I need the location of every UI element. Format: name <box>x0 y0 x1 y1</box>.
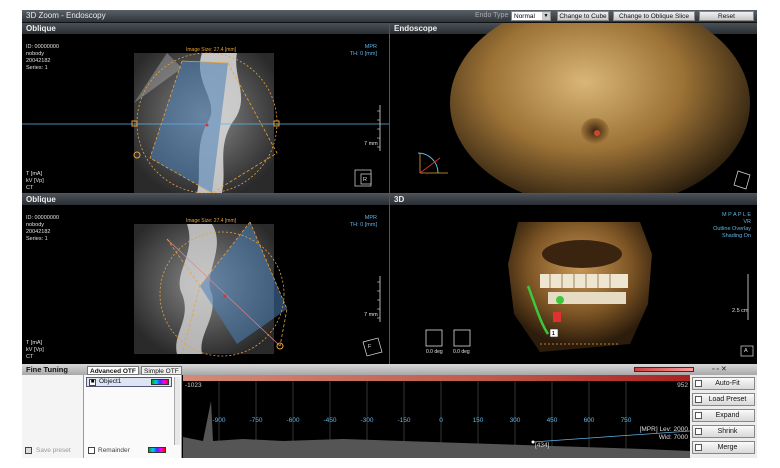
object-color-swatch[interactable] <box>151 379 169 385</box>
landmark-marker: 1 <box>552 331 555 337</box>
folder-icon <box>695 396 702 403</box>
control-point-label: [434] <box>535 442 550 449</box>
image-size-label: Image Size: 27.4 [mm] <box>186 47 237 53</box>
orientation-label: F <box>368 344 372 350</box>
scale-label: 7 mm <box>364 312 378 318</box>
window-title: 3D Zoom - Endoscopy <box>26 11 106 20</box>
chevron-down-icon[interactable]: ▼ <box>542 12 550 20</box>
mpr-level-label: [MPR] Lev: 2000 <box>639 426 688 433</box>
fine-tuning-title: Fine Tuning <box>26 365 68 374</box>
otf-button-panel: Auto-Fit Load Preset Expand Shrink Merge <box>690 375 757 458</box>
title-bar: 3D Zoom - Endoscopy Endo Type Normal ▼ C… <box>22 10 757 23</box>
otf-axis-tick-label: 300 <box>509 417 521 424</box>
reset-button[interactable]: Reset <box>699 11 754 21</box>
merge-icon <box>695 444 702 451</box>
endo-type-select[interactable]: Normal ▼ <box>511 11 551 21</box>
change-to-cube-button[interactable]: Change to Cube <box>557 11 609 21</box>
object-list-scrollbar[interactable] <box>174 377 180 445</box>
load-preset-button[interactable]: Load Preset <box>692 393 755 406</box>
auto-fit-icon <box>695 380 702 387</box>
scale-label: 2.5 cm <box>732 308 749 314</box>
preset-list[interactable]: Save preset <box>22 375 84 458</box>
viewport-oblique-top[interactable]: Oblique ID: 00000000 nobody 20042182 Ser… <box>22 23 389 193</box>
skull-3d-render <box>425 222 754 357</box>
shrink-button[interactable]: Shrink <box>692 425 755 438</box>
endo-type-value: Normal <box>514 13 535 20</box>
viewport-oblique-bottom[interactable]: Oblique ID: 00000000 nobody 20042182 Ser… <box>22 194 389 364</box>
expand-button[interactable]: Expand <box>692 409 755 422</box>
otf-axis-tick-label: -600 <box>286 417 300 424</box>
object-list[interactable]: ■ Object1 Remainder <box>84 375 182 458</box>
orientation-label: A <box>744 348 748 354</box>
viewport-endoscope[interactable]: Endoscope <box>390 23 757 193</box>
rotation-tool-icon[interactable]: 0.0 deg <box>426 349 443 356</box>
merge-button[interactable]: Merge <box>692 441 755 454</box>
otf-axis-tick-label: 600 <box>583 417 595 424</box>
save-preset-button[interactable]: Save preset <box>24 446 71 455</box>
otf-max-label: 952 <box>677 382 688 389</box>
tab-simple-otf[interactable]: Simple OTF <box>141 366 182 375</box>
otf-min-label: -1023 <box>185 382 202 389</box>
endoscope-render <box>417 23 751 193</box>
otf-axis-tick-label: 750 <box>620 417 632 424</box>
otf-axis-tick-label: 150 <box>472 417 484 424</box>
otf-axis-tick-label: -450 <box>323 417 337 424</box>
remainder-checkbox[interactable] <box>88 447 95 454</box>
tab-advanced-otf[interactable]: Advanced OTF <box>87 366 139 375</box>
remainder-row[interactable]: Remainder <box>86 446 176 456</box>
viewport-3d[interactable]: 3D M P A P L E VR Outline Overlay Shadin… <box>390 194 757 364</box>
remainder-label: Remainder <box>98 447 130 454</box>
save-icon <box>25 447 32 454</box>
endoscopy-window: 3D Zoom - Endoscopy Endo Type Normal ▼ C… <box>22 10 757 458</box>
panel-controls-icon[interactable]: ▫ ▫ ✕ <box>712 365 727 373</box>
window-width-label: Wid: 7000 <box>658 434 688 441</box>
endo-type-label: Endo Type <box>475 12 509 19</box>
change-to-oblique-slice-button[interactable]: Change to Oblique Slice <box>613 11 695 21</box>
auto-fit-button[interactable]: Auto-Fit <box>692 377 755 390</box>
tilt-tool-icon[interactable]: 0.0 deg <box>453 349 470 356</box>
orientation-label: R <box>363 177 367 183</box>
scale-label: 7 mm <box>364 141 378 147</box>
image-size-label: Image Size: 27.4 [mm] <box>186 218 237 224</box>
otf-axis-tick-label: 450 <box>546 417 558 424</box>
remainder-color-swatch[interactable] <box>148 447 166 453</box>
otf-axis-tick-label: -150 <box>397 417 411 424</box>
shrink-icon <box>695 428 702 435</box>
object-name: Object1 <box>99 378 122 385</box>
object-row[interactable]: ■ Object1 <box>86 377 172 387</box>
color-range-bar[interactable] <box>634 367 694 372</box>
expand-icon <box>695 412 702 419</box>
otf-axis-tick-label: 0 <box>439 417 443 424</box>
otf-axis-tick-label: -300 <box>360 417 374 424</box>
otf-axis-tick-label: -750 <box>249 417 263 424</box>
otf-axis-tick-label: -900 <box>212 417 226 424</box>
object-visible-checkbox[interactable]: ■ <box>89 379 96 386</box>
otf-graph[interactable]: -1023 952 -900 -750 -600 -450 -300 -150 0 150 30… <box>183 375 690 458</box>
